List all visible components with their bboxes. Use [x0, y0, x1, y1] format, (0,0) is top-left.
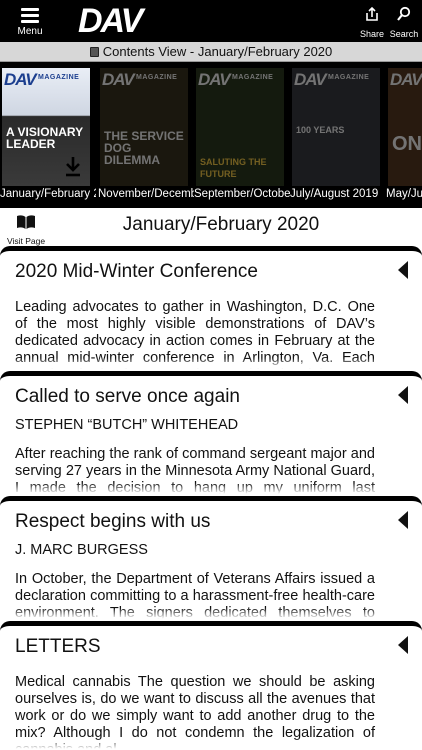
cover-masthead: DAV	[390, 70, 422, 89]
issue-item[interactable]: DAV MAGAZINE 100 YEARS July/August 2019	[290, 66, 382, 208]
visit-page-label: Visit Page	[6, 236, 46, 246]
cover-masthead: DAV	[4, 70, 37, 89]
contents-view-bar: Contents View - January/February 2020	[0, 42, 422, 62]
share-label: Share	[359, 29, 385, 39]
download-icon[interactable]	[64, 156, 82, 178]
cover-headline: SALUTING THE FUTURE	[200, 157, 267, 179]
issue-label: July/August 2019	[290, 188, 379, 200]
issue-cover[interactable]: DAV ONE	[388, 68, 422, 186]
article-byline: STEPHEN “BUTCH” WHITEHEAD	[15, 417, 239, 433]
issue-cover[interactable]: DAV MAGAZINE THE SERVICE DOG DILEMMA	[100, 68, 188, 186]
cover-magazine-label: MAGAZINE	[38, 74, 80, 81]
contents-view-title: Contents View - January/February 2020	[102, 44, 333, 59]
issue-label: September/October 2019	[194, 188, 290, 200]
svg-text:DAV: DAV	[78, 4, 147, 36]
collapse-arrow-icon[interactable]	[398, 261, 408, 279]
article-byline: J. MARC BURGESS	[15, 542, 148, 558]
search-icon	[397, 6, 411, 21]
cover-headline: A VISIONARY LEADER	[6, 125, 83, 151]
issue-item[interactable]: DAV MAGAZINE THE SERVICE DOG DILEMMA Nov…	[98, 66, 194, 208]
menu-button[interactable]: Menu	[8, 4, 52, 38]
menu-label: Menu	[17, 26, 43, 37]
article-title: Called to serve once again	[15, 386, 240, 407]
issue-title: January/February 2020	[122, 214, 320, 235]
cover-masthead: DAV	[102, 70, 135, 89]
cover-masthead: DAV	[198, 70, 231, 89]
cover-headline: 100 YEARS	[296, 125, 345, 135]
dav-logo: DAV	[78, 2, 158, 40]
top-nav-bar: Menu DAV Share Search	[0, 0, 422, 42]
issue-cover[interactable]: DAV MAGAZINE A VISIONARY LEADER	[2, 68, 90, 186]
search-button[interactable]: Search	[389, 6, 419, 39]
cover-masthead: DAV	[294, 70, 327, 89]
issue-label: November/December 2019	[98, 188, 194, 200]
collapse-arrow-icon[interactable]	[398, 511, 408, 529]
issue-item[interactable]: DAV ONE May/June 2019	[386, 66, 422, 208]
search-label: Search	[389, 29, 419, 39]
issue-contents: Visit Page January/February 2020 2020 Mi…	[0, 208, 422, 750]
cover-headline: THE SERVICE DOG DILEMMA	[104, 129, 184, 167]
issues-carousel[interactable]: DAV MAGAZINE A VISIONARY LEADER January/…	[0, 62, 422, 208]
excerpt-fade	[0, 358, 422, 370]
cover-magazine-label: MAGAZINE	[136, 74, 178, 81]
excerpt-fade	[0, 483, 422, 495]
hamburger-icon	[21, 8, 39, 23]
collapse-arrow-icon[interactable]	[398, 386, 408, 404]
article-title: LETTERS	[15, 636, 101, 657]
article-card[interactable]: LETTERS Medical cannabis The question we…	[0, 621, 422, 750]
article-title: 2020 Mid-Winter Conference	[15, 261, 258, 282]
article-card[interactable]: Respect begins with us J. MARC BURGESS I…	[0, 496, 422, 620]
excerpt-fade	[0, 608, 422, 620]
issue-label: January/February 2020	[0, 188, 96, 200]
book-icon	[89, 47, 99, 57]
share-button[interactable]: Share	[358, 6, 386, 39]
article-title: Respect begins with us	[15, 511, 211, 532]
issue-item[interactable]: DAV MAGAZINE A VISIONARY LEADER January/…	[0, 66, 96, 208]
issue-label: May/June 2019	[386, 188, 422, 200]
cover-magazine-label: MAGAZINE	[328, 74, 370, 81]
share-icon	[366, 6, 378, 21]
issue-cover[interactable]: DAV MAGAZINE SALUTING THE FUTURE	[196, 68, 284, 186]
cover-magazine-label: MAGAZINE	[232, 74, 274, 81]
collapse-arrow-icon[interactable]	[398, 636, 408, 654]
cover-headline: ONE	[392, 133, 422, 155]
article-card[interactable]: Called to serve once again STEPHEN “BUTC…	[0, 371, 422, 495]
excerpt-fade	[0, 738, 422, 750]
article-card[interactable]: 2020 Mid-Winter Conference Leading advoc…	[0, 246, 422, 370]
issue-cover[interactable]: DAV MAGAZINE 100 YEARS	[292, 68, 380, 186]
issue-item[interactable]: DAV MAGAZINE SALUTING THE FUTURE Septemb…	[194, 66, 290, 208]
